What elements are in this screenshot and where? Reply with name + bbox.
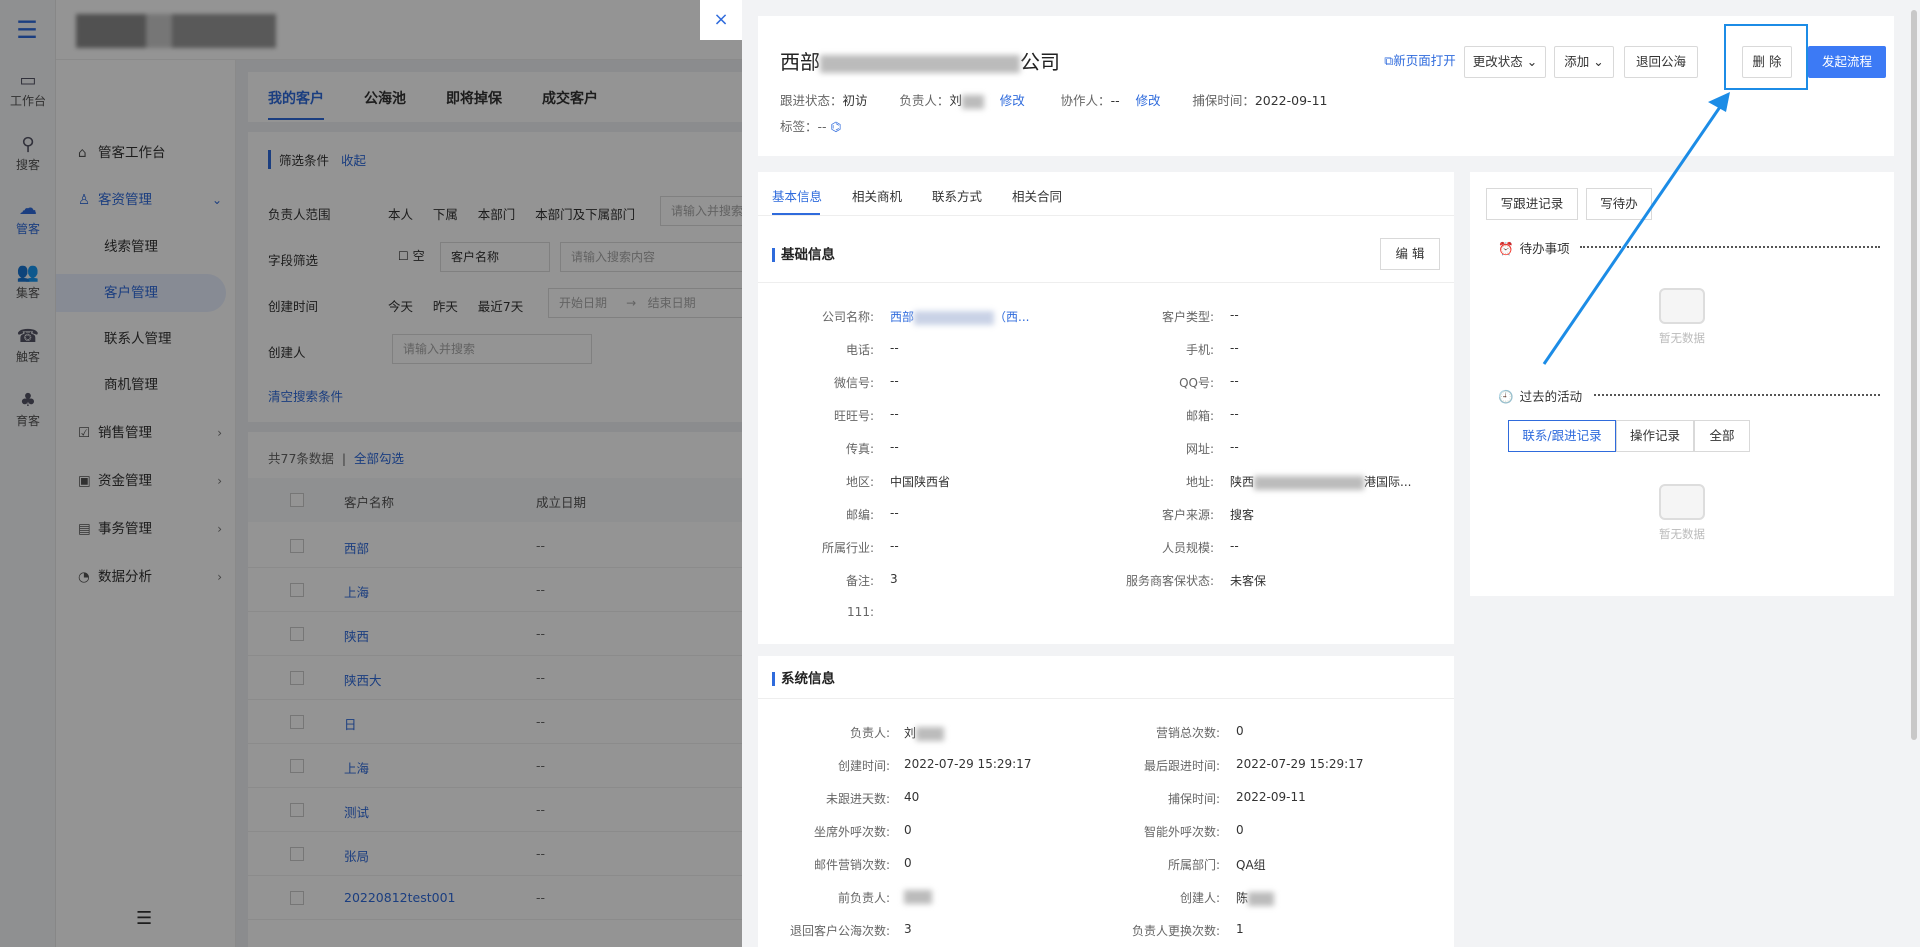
return-to-pool-button[interactable]: 退回公海 [1624, 46, 1698, 78]
segment-operation-records[interactable]: 操作记录 [1616, 420, 1694, 452]
todo-section-title: ⏰ 待办事项 [1498, 241, 1570, 256]
add-dropdown[interactable]: 添加 ⌄ [1554, 46, 1614, 78]
tag-edit-icon[interactable]: ⌬ [831, 119, 842, 134]
dotted-divider [1594, 394, 1880, 396]
write-todo-button[interactable]: 写待办 [1586, 188, 1652, 220]
open-new-page-button[interactable]: ⧉新页面打开 [1382, 46, 1458, 78]
divider [758, 282, 1454, 283]
scrollbar[interactable] [1908, 0, 1920, 947]
modify-collaborator-link[interactable]: 修改 [1136, 93, 1161, 108]
company-name-link[interactable]: 西部 （西... [890, 308, 1029, 325]
basic-info-card: 基本信息 相关商机 联系方式 相关合同 基础信息 编 辑 公司名称: 西部 （西.… [758, 172, 1454, 644]
past-activity-section-title: 🕘 过去的活动 [1498, 389, 1583, 404]
customer-tags: 标签：-- ⌬ [780, 119, 842, 134]
tab-underline [772, 213, 820, 215]
customer-detail-drawer: 西部 公司 跟进状态：初访 负责人：刘 修改 协作人：-- 修改 捕保时间：202… [742, 0, 1920, 947]
external-link-icon: ⧉ [1384, 53, 1394, 68]
chevron-down-icon: ⌄ [1593, 54, 1604, 69]
write-followup-button[interactable]: 写跟进记录 [1486, 188, 1578, 220]
customer-title: 西部 公司 [780, 50, 1060, 74]
tab-basic-info[interactable]: 基本信息 [772, 186, 822, 205]
customer-header-card: 西部 公司 跟进状态：初访 负责人：刘 修改 协作人：-- 修改 捕保时间：202… [758, 16, 1894, 156]
scrollbar-thumb[interactable] [1911, 10, 1917, 740]
tab-contacts[interactable]: 联系方式 [932, 186, 982, 205]
redacted-text [1254, 475, 1365, 490]
redacted-text [904, 889, 932, 904]
divider [758, 698, 1454, 699]
activity-empty-state: 暂无数据 [1622, 484, 1742, 542]
dotted-divider [1580, 246, 1880, 248]
segment-followup-records[interactable]: 联系/跟进记录 [1508, 420, 1616, 452]
segment-all[interactable]: 全部 [1694, 420, 1750, 452]
redacted-text [914, 310, 995, 325]
chevron-down-icon: ⌄ [1526, 54, 1538, 69]
edit-button[interactable]: 编 辑 [1380, 238, 1440, 270]
todo-empty-state: 暂无数据 [1622, 288, 1742, 346]
empty-inbox-icon [1659, 288, 1705, 324]
customer-meta: 跟进状态：初访 负责人：刘 修改 协作人：-- 修改 捕保时间：2022-09-… [780, 93, 1328, 109]
redacted-text [1248, 891, 1275, 906]
empty-inbox-icon [1659, 484, 1705, 520]
close-icon: × [713, 9, 729, 30]
modify-owner-link[interactable]: 修改 [1000, 93, 1025, 108]
clock-icon: 🕘 [1498, 389, 1514, 404]
activity-panel: 写跟进记录 写待办 ⏰ 待办事项 暂无数据 🕘 过去的活动 联系/跟进记录 操作记录… [1470, 172, 1894, 596]
redacted-text [961, 94, 984, 109]
highlight-box [1724, 24, 1808, 90]
system-info-title: 系统信息 [772, 672, 835, 686]
close-drawer-button[interactable]: × [700, 0, 742, 40]
basic-info-title: 基础信息 [772, 248, 835, 262]
tab-related-opportunities[interactable]: 相关商机 [852, 186, 902, 205]
redacted-text [820, 54, 1020, 73]
redacted-text [916, 726, 945, 741]
change-status-dropdown[interactable]: 更改状态 ⌄ [1464, 46, 1546, 78]
start-flow-button[interactable]: 发起流程 [1808, 46, 1886, 78]
tab-contracts[interactable]: 相关合同 [1012, 186, 1062, 205]
info-tabs: 基本信息 相关商机 联系方式 相关合同 [758, 172, 1454, 216]
system-info-card: 系统信息 负责人: 刘 创建时间: 2022-07-29 15:29:17 未跟… [758, 656, 1454, 947]
alarm-clock-icon: ⏰ [1498, 241, 1514, 256]
